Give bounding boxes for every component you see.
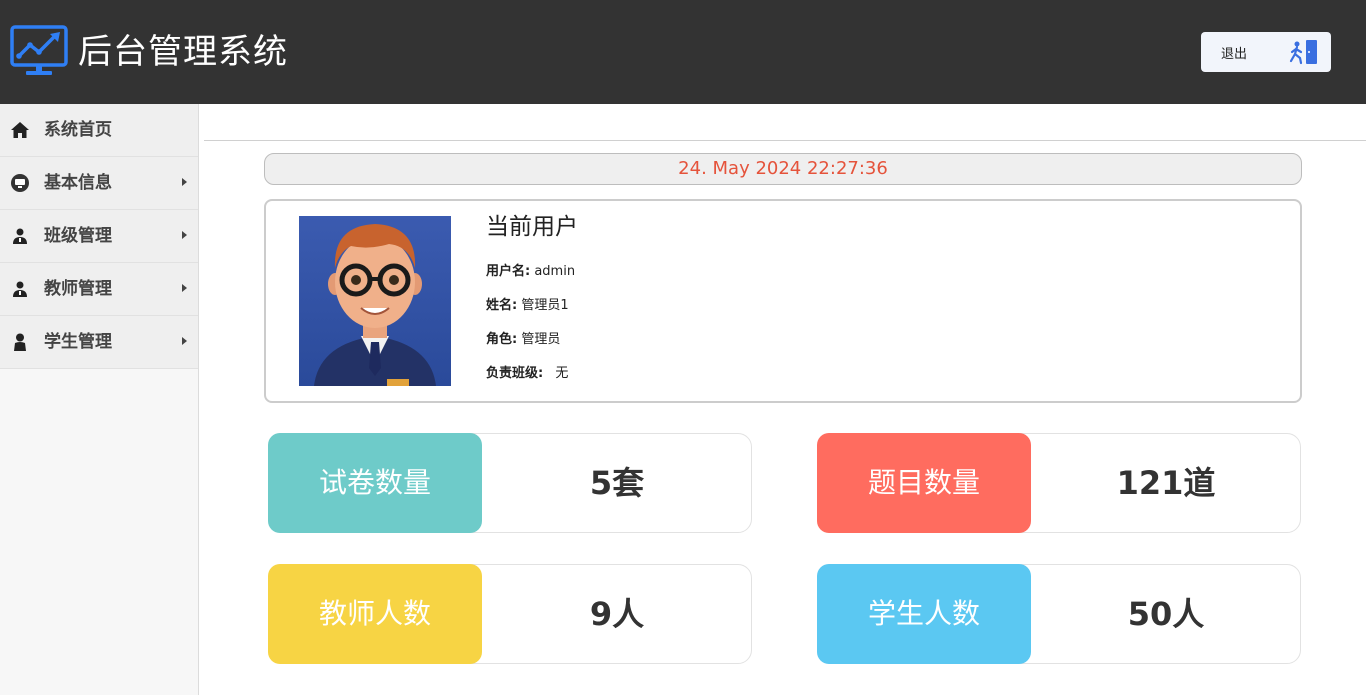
- username-row: 用户名: admin: [486, 263, 575, 281]
- sidebar-item-label: 基本信息: [44, 173, 112, 193]
- stat-card-questions: 题目数量 121道: [817, 433, 1301, 533]
- username-label: 用户名:: [486, 264, 531, 279]
- app-title: 后台管理系统: [78, 32, 288, 72]
- logout-button[interactable]: 退出: [1201, 32, 1331, 72]
- chevron-right-icon: [182, 284, 187, 292]
- chevron-right-icon: [182, 231, 187, 239]
- stat-label: 学生人数: [817, 564, 1031, 664]
- user-card-title: 当前用户: [486, 214, 578, 240]
- stat-value: 9人: [589, 595, 645, 633]
- tab-strip: [204, 104, 1366, 141]
- role-label: 角色:: [486, 332, 518, 347]
- top-header: 后台管理系统 退出: [0, 0, 1366, 104]
- stat-label: 教师人数: [268, 564, 482, 664]
- sidebar: 系统首页 基本信息 班级管理 教师管理 学生管理: [0, 104, 199, 695]
- role-row: 角色: 管理员: [486, 331, 560, 349]
- name-row: 姓名: 管理员1: [486, 297, 569, 315]
- current-user-card: 当前用户 用户名: admin 姓名: 管理员1 角色: 管理员 负责班级: 无: [264, 199, 1302, 403]
- exit-door-icon: [1289, 40, 1317, 65]
- sidebar-item-basic-info[interactable]: 基本信息: [0, 157, 198, 210]
- class-label: 负责班级:: [486, 366, 544, 381]
- chart-monitor-icon: [10, 25, 68, 75]
- stat-value: 121道: [1116, 464, 1216, 502]
- class-value: 无: [555, 366, 569, 381]
- home-icon: [11, 122, 29, 138]
- stat-card-exams: 试卷数量 5套: [268, 433, 752, 533]
- chevron-right-icon: [182, 337, 187, 345]
- sidebar-item-label: 班级管理: [44, 226, 112, 246]
- class-row: 负责班级: 无: [486, 365, 568, 383]
- name-label: 姓名:: [486, 298, 518, 313]
- chevron-right-icon: [182, 178, 187, 186]
- stat-value: 5套: [589, 464, 645, 502]
- stat-label: 试卷数量: [268, 433, 482, 533]
- sidebar-item-teacher-management[interactable]: 教师管理: [0, 263, 198, 316]
- name-value: 管理员1: [521, 298, 569, 313]
- info-icon: [11, 174, 29, 192]
- sidebar-item-label: 教师管理: [44, 279, 112, 299]
- stat-card-students: 学生人数 50人: [817, 564, 1301, 664]
- sidebar-item-class-management[interactable]: 班级管理: [0, 210, 198, 263]
- role-value: 管理员: [521, 332, 561, 347]
- main-content: 24. May 2024 22:27:36 当前用户 用户名: admin 姓名…: [200, 104, 1366, 695]
- logout-label: 退出: [1221, 47, 1248, 62]
- stat-card-teachers: 教师人数 9人: [268, 564, 752, 664]
- stat-value: 50人: [1127, 595, 1205, 633]
- user-avatar: [299, 216, 451, 386]
- stat-label: 题目数量: [817, 433, 1031, 533]
- sidebar-item-home[interactable]: 系统首页: [0, 104, 198, 157]
- user-icon: [14, 333, 26, 351]
- users-icon: [13, 228, 27, 244]
- datetime-display: 24. May 2024 22:27:36: [264, 153, 1302, 185]
- sidebar-item-label: 学生管理: [44, 332, 112, 352]
- sidebar-item-label: 系统首页: [44, 120, 112, 140]
- users-icon: [13, 281, 27, 297]
- username-value: admin: [534, 264, 576, 279]
- sidebar-item-student-management[interactable]: 学生管理: [0, 316, 198, 369]
